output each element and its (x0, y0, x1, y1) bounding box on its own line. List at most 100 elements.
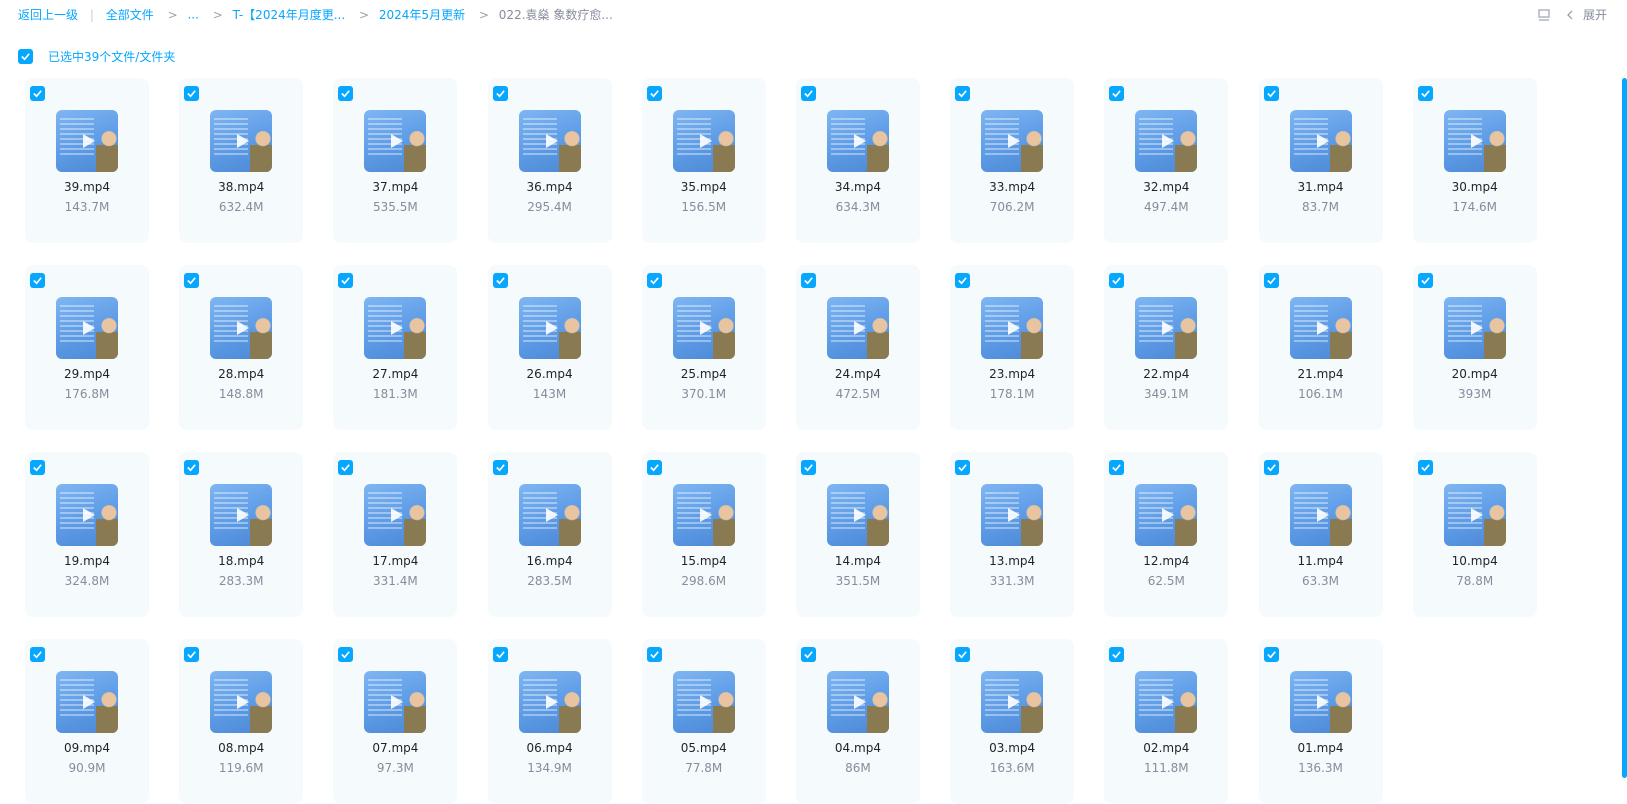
file-checkbox[interactable] (492, 460, 508, 475)
video-thumbnail[interactable] (56, 671, 118, 733)
file-card[interactable]: 18.mp4 283.3M (179, 452, 304, 617)
file-card[interactable]: 20.mp4 393M (1412, 265, 1537, 430)
file-card[interactable]: 26.mp4 143M (487, 265, 612, 430)
video-thumbnail[interactable] (981, 110, 1044, 172)
file-checkbox[interactable] (492, 86, 508, 101)
video-thumbnail[interactable] (210, 297, 273, 359)
file-card[interactable]: 28.mp4 148.8M (179, 265, 304, 430)
video-thumbnail[interactable] (1289, 484, 1352, 546)
file-name[interactable]: 11.mp4 (1259, 554, 1383, 568)
file-card[interactable]: 22.mp4 349.1M (1104, 265, 1229, 430)
file-name[interactable]: 14.mp4 (796, 554, 920, 568)
video-thumbnail[interactable] (1443, 297, 1506, 359)
file-checkbox[interactable] (1263, 86, 1279, 101)
file-card[interactable]: 21.mp4 106.1M (1258, 265, 1383, 430)
file-checkbox[interactable] (30, 273, 45, 288)
breadcrumb-ellipsis[interactable]: ... (187, 8, 198, 22)
file-checkbox[interactable] (1417, 273, 1433, 288)
file-name[interactable]: 29.mp4 (25, 367, 149, 381)
file-name[interactable]: 30.mp4 (1413, 180, 1537, 194)
file-name[interactable]: 02.mp4 (1104, 741, 1228, 755)
file-name[interactable]: 33.mp4 (950, 180, 1074, 194)
file-name[interactable]: 17.mp4 (333, 554, 457, 568)
expand-button[interactable]: 展开 (1563, 6, 1607, 23)
file-checkbox[interactable] (184, 460, 200, 475)
file-card[interactable]: 11.mp4 63.3M (1258, 452, 1383, 617)
file-card[interactable]: 36.mp4 295.4M (487, 78, 612, 243)
file-checkbox[interactable] (955, 86, 971, 101)
file-checkbox[interactable] (1263, 273, 1279, 288)
video-thumbnail[interactable] (672, 671, 735, 733)
file-card[interactable]: 05.mp4 77.8M (641, 639, 766, 804)
video-thumbnail[interactable] (210, 110, 273, 172)
file-card[interactable]: 12.mp4 62.5M (1104, 452, 1229, 617)
video-thumbnail[interactable] (981, 484, 1044, 546)
file-name[interactable]: 16.mp4 (488, 554, 612, 568)
breadcrumb-folder-1[interactable]: T-【2024年月度更... (233, 8, 346, 22)
file-card[interactable]: 13.mp4 331.3M (950, 452, 1075, 617)
file-card[interactable]: 32.mp4 497.4M (1104, 78, 1229, 243)
file-name[interactable]: 32.mp4 (1104, 180, 1228, 194)
file-checkbox[interactable] (338, 647, 354, 662)
file-name[interactable]: 09.mp4 (25, 741, 149, 755)
file-name[interactable]: 28.mp4 (179, 367, 303, 381)
file-name[interactable]: 20.mp4 (1413, 367, 1537, 381)
video-thumbnail[interactable] (210, 484, 273, 546)
file-name[interactable]: 35.mp4 (642, 180, 766, 194)
video-thumbnail[interactable] (1289, 297, 1352, 359)
file-checkbox[interactable] (800, 647, 816, 662)
file-name[interactable]: 12.mp4 (1104, 554, 1228, 568)
file-name[interactable]: 04.mp4 (796, 741, 920, 755)
file-name[interactable]: 07.mp4 (333, 741, 457, 755)
video-thumbnail[interactable] (826, 297, 889, 359)
video-thumbnail[interactable] (981, 671, 1044, 733)
video-thumbnail[interactable] (1443, 110, 1506, 172)
video-thumbnail[interactable] (364, 297, 427, 359)
file-name[interactable]: 22.mp4 (1104, 367, 1228, 381)
file-checkbox[interactable] (800, 86, 816, 101)
file-card[interactable]: 10.mp4 78.8M (1412, 452, 1537, 617)
video-thumbnail[interactable] (672, 297, 735, 359)
video-thumbnail[interactable] (1443, 484, 1506, 546)
file-checkbox[interactable] (646, 273, 662, 288)
file-checkbox[interactable] (955, 460, 971, 475)
file-card[interactable]: 23.mp4 178.1M (950, 265, 1075, 430)
file-card[interactable]: 08.mp4 119.6M (179, 639, 304, 804)
file-checkbox[interactable] (184, 273, 200, 288)
video-thumbnail[interactable] (364, 110, 427, 172)
file-card[interactable]: 09.mp4 90.9M (25, 639, 149, 804)
file-card[interactable]: 17.mp4 331.4M (333, 452, 458, 617)
back-link[interactable]: 返回上一级 (18, 8, 78, 22)
video-thumbnail[interactable] (518, 110, 581, 172)
file-checkbox[interactable] (338, 273, 354, 288)
video-thumbnail[interactable] (210, 671, 273, 733)
file-card[interactable]: 29.mp4 176.8M (25, 265, 149, 430)
video-thumbnail[interactable] (518, 484, 581, 546)
file-card[interactable]: 03.mp4 163.6M (950, 639, 1075, 804)
file-checkbox[interactable] (30, 86, 45, 101)
video-thumbnail[interactable] (1135, 484, 1198, 546)
file-name[interactable]: 15.mp4 (642, 554, 766, 568)
file-name[interactable]: 21.mp4 (1259, 367, 1383, 381)
video-thumbnail[interactable] (1135, 671, 1198, 733)
file-checkbox[interactable] (30, 647, 45, 662)
video-thumbnail[interactable] (826, 110, 889, 172)
file-name[interactable]: 34.mp4 (796, 180, 920, 194)
file-checkbox[interactable] (1109, 86, 1125, 101)
file-card[interactable]: 19.mp4 324.8M (25, 452, 149, 617)
file-card[interactable]: 30.mp4 174.6M (1412, 78, 1537, 243)
file-checkbox[interactable] (338, 86, 354, 101)
file-checkbox[interactable] (1109, 273, 1125, 288)
file-name[interactable]: 26.mp4 (488, 367, 612, 381)
file-name[interactable]: 37.mp4 (333, 180, 457, 194)
file-checkbox[interactable] (492, 273, 508, 288)
file-checkbox[interactable] (800, 460, 816, 475)
file-name[interactable]: 25.mp4 (642, 367, 766, 381)
file-checkbox[interactable] (955, 273, 971, 288)
file-checkbox[interactable] (1263, 460, 1279, 475)
file-name[interactable]: 23.mp4 (950, 367, 1074, 381)
video-thumbnail[interactable] (981, 297, 1044, 359)
video-thumbnail[interactable] (518, 671, 581, 733)
video-thumbnail[interactable] (364, 671, 427, 733)
file-card[interactable]: 14.mp4 351.5M (795, 452, 920, 617)
